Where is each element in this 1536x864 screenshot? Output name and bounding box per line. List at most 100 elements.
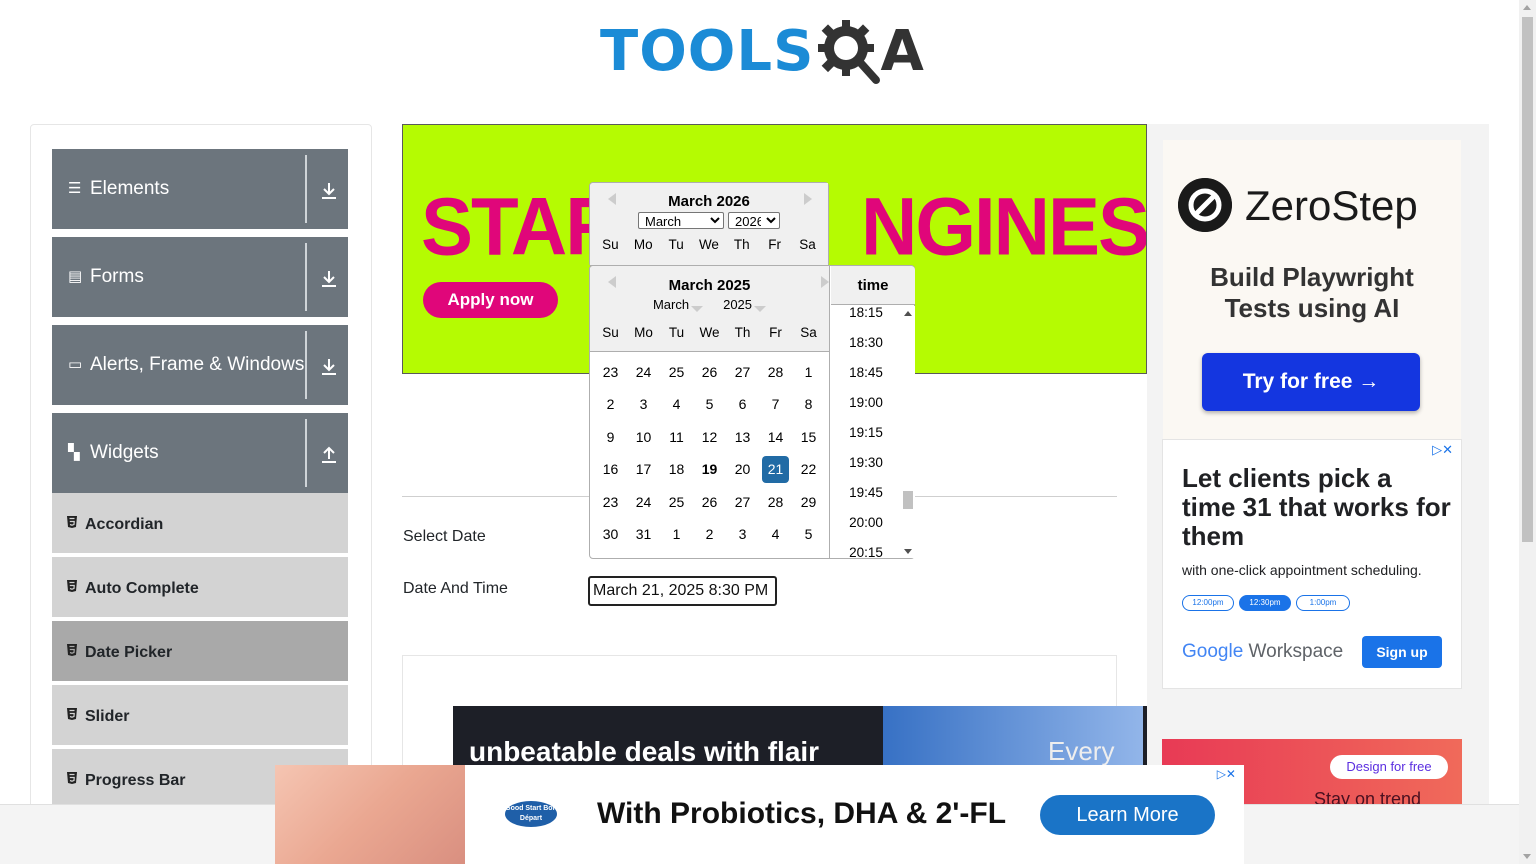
day-cell[interactable]: 30 — [597, 521, 624, 548]
probiotics-ad[interactable]: Good Start Bon Départ With Probiotics, D… — [275, 765, 1244, 864]
day-cell[interactable]: 18 — [663, 456, 690, 483]
time-option[interactable]: 19:15 — [831, 418, 901, 448]
day-cell[interactable]: 4 — [663, 391, 690, 418]
day-cell[interactable]: 14 — [762, 424, 789, 451]
day-cell[interactable]: 17 — [630, 456, 657, 483]
sidebar-group-alerts[interactable]: ▭ Alerts, Frame & Windows — [52, 325, 348, 405]
previous-month-icon[interactable] — [608, 193, 616, 205]
month-dropdown[interactable]: March — [653, 297, 704, 319]
zerostep-ad[interactable]: ZeroStep Build Playwright Tests using AI… — [1163, 140, 1461, 440]
day-cell[interactable]: 26 — [696, 489, 723, 516]
sidebar-item-date-picker[interactable]: Date Picker — [52, 621, 348, 683]
day-cell[interactable]: 3 — [630, 391, 657, 418]
day-cell[interactable]: 11 — [663, 424, 690, 451]
day-cell[interactable]: 8 — [795, 391, 822, 418]
scroll-thumb[interactable] — [903, 491, 913, 509]
time-slot-pill: 1:00pm — [1296, 595, 1350, 611]
day-cell[interactable]: 24 — [630, 489, 657, 516]
time-option[interactable]: 18:45 — [831, 358, 901, 388]
time-list-scrollbar[interactable] — [901, 306, 915, 558]
day-cell[interactable]: 13 — [729, 424, 756, 451]
sidebar-item-slider[interactable]: Slider — [52, 685, 348, 747]
design-for-free-button[interactable]: Design for free — [1330, 755, 1448, 779]
google-workspace-logo: Google Workspace — [1182, 641, 1343, 663]
sidebar-group-widgets[interactable]: ▚ Widgets — [52, 413, 348, 493]
next-month-icon[interactable] — [804, 193, 812, 205]
day-cell[interactable]: 3 — [729, 521, 756, 548]
day-cell-today[interactable]: 19 — [696, 456, 723, 483]
learn-more-button[interactable]: Learn More — [1040, 795, 1215, 835]
day-cell[interactable]: 12 — [696, 424, 723, 451]
day-cell[interactable]: 10 — [630, 424, 657, 451]
day-cell[interactable]: 26 — [696, 359, 723, 386]
time-option[interactable]: 19:00 — [831, 388, 901, 418]
time-option[interactable]: 20:00 — [831, 508, 901, 538]
day-cell[interactable]: 4 — [762, 521, 789, 548]
date-and-time-label: Date And Time — [403, 580, 508, 597]
month-year-selects: March 2026 — [590, 212, 828, 229]
page-scrollbar[interactable] — [1519, 0, 1536, 864]
time-option[interactable]: 18:15 — [831, 306, 901, 328]
day-cell[interactable]: 15 — [795, 424, 822, 451]
sign-up-button[interactable]: Sign up — [1362, 636, 1442, 668]
sidebar-item-accordian[interactable]: Accordian — [52, 493, 348, 555]
day-cell[interactable]: 2 — [696, 521, 723, 548]
day-cell[interactable]: 23 — [597, 359, 624, 386]
download-arrow-icon — [322, 271, 336, 287]
item-label: Progress Bar — [85, 772, 186, 789]
scroll-thumb[interactable] — [1522, 17, 1533, 542]
time-option[interactable]: 18:30 — [831, 328, 901, 358]
sidebar-group-forms[interactable]: ▤ Forms — [52, 237, 348, 317]
previous-month-icon[interactable] — [608, 276, 616, 288]
year-select[interactable]: 2026 — [728, 212, 780, 229]
workspace-wordmark: Workspace — [1243, 641, 1344, 662]
day-cell[interactable]: 5 — [696, 391, 723, 418]
day-cell[interactable]: 28 — [762, 489, 789, 516]
hamburger-icon: ☰ — [68, 180, 82, 197]
day-names-row: Su Mo Tu We Th Fr Sa — [590, 237, 828, 252]
day-cell[interactable]: 2 — [597, 391, 624, 418]
day-cell[interactable]: 20 — [729, 456, 756, 483]
day-cell[interactable]: 6 — [729, 391, 756, 418]
scroll-up-icon[interactable] — [1523, 5, 1531, 10]
next-month-icon[interactable] — [821, 276, 829, 288]
day-cell[interactable]: 24 — [630, 359, 657, 386]
day-cell[interactable]: 27 — [729, 489, 756, 516]
sidebar-group-elements[interactable]: ☰ Elements — [52, 149, 348, 229]
apply-now-button[interactable]: Apply now — [423, 282, 558, 318]
ad-choices-close-icon[interactable]: ▷✕ — [1432, 442, 1453, 458]
day-cell[interactable]: 1 — [663, 521, 690, 548]
google-workspace-ad[interactable]: ▷✕ Let clients pick a time 31 that works… — [1162, 439, 1462, 689]
html5-icon — [67, 708, 77, 720]
try-for-free-button[interactable]: Try for free → — [1202, 353, 1420, 411]
sidebar-item-auto-complete[interactable]: Auto Complete — [52, 557, 348, 619]
day-cell[interactable]: 27 — [729, 359, 756, 386]
day-cell[interactable]: 22 — [795, 456, 822, 483]
page: TOOLS A ☰ Elements ▤ Forms ▭ Alerts, Fra… — [0, 0, 1536, 864]
time-option[interactable]: 19:30 — [831, 448, 901, 478]
day-cell[interactable]: 25 — [663, 489, 690, 516]
day-cell[interactable]: 29 — [795, 489, 822, 516]
time-option[interactable]: 20:15 — [831, 538, 901, 558]
day-cell[interactable]: 28 — [762, 359, 789, 386]
toolsqa-logo[interactable]: TOOLS A — [600, 14, 924, 90]
year-dropdown[interactable]: 2025 — [723, 297, 767, 319]
day-cell[interactable]: 9 — [597, 424, 624, 451]
day-cell[interactable]: 31 — [630, 521, 657, 548]
time-option[interactable]: 19:45 — [831, 478, 901, 508]
month-select[interactable]: March — [638, 212, 724, 229]
logo-a-text: A — [880, 19, 924, 84]
scroll-down-icon[interactable] — [904, 549, 912, 554]
scroll-up-icon[interactable] — [904, 311, 912, 316]
day-cell[interactable]: 16 — [597, 456, 624, 483]
day-cell[interactable]: 23 — [597, 489, 624, 516]
time-list[interactable]: 18:15 18:30 18:45 19:00 19:15 19:30 19:4… — [831, 306, 901, 558]
day-cell[interactable]: 25 — [663, 359, 690, 386]
ad-close-icon[interactable]: ▷✕ — [1217, 767, 1236, 781]
scroll-down-icon[interactable] — [1523, 854, 1531, 859]
day-cell[interactable]: 5 — [795, 521, 822, 548]
date-and-time-input[interactable]: March 21, 2025 8:30 PM — [588, 576, 777, 606]
day-cell-selected[interactable]: 21 — [762, 456, 789, 484]
day-cell[interactable]: 7 — [762, 391, 789, 418]
day-cell[interactable]: 1 — [795, 359, 822, 386]
